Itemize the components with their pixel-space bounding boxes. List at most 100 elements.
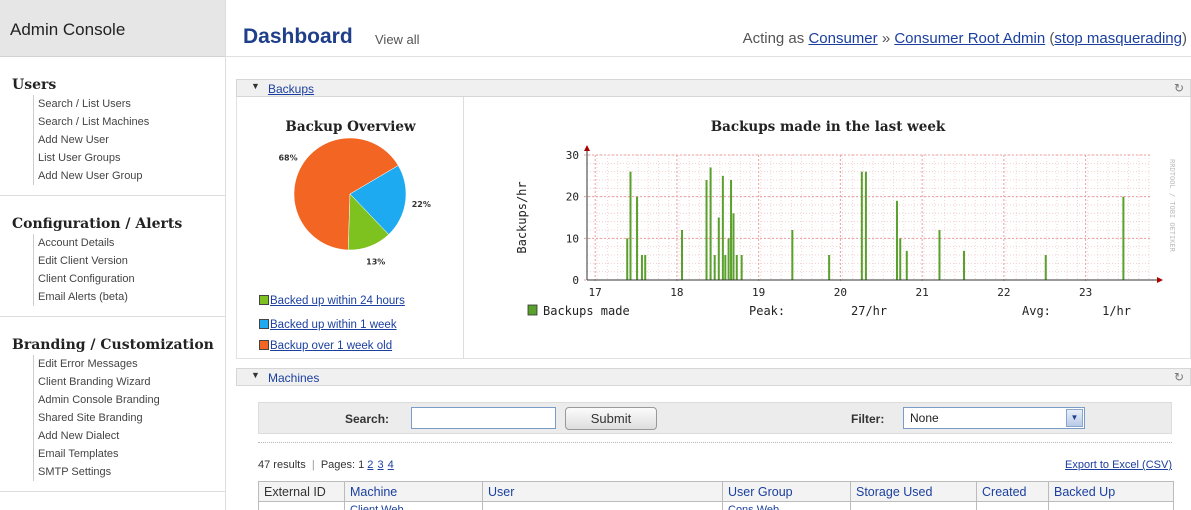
page-link-4[interactable]: 4 [388, 459, 394, 471]
sidebar-item-smtp-settings[interactable]: SMTP Settings [33, 463, 225, 481]
x-tick-label: 23 [1079, 286, 1092, 299]
sidebar-item-list-groups[interactable]: List User Groups [33, 149, 225, 167]
backups-bar [735, 255, 738, 280]
col-backed-up[interactable]: Backed Up [1048, 481, 1174, 502]
refresh-icon[interactable]: ↻ [1174, 370, 1184, 384]
sidebar-heading-branding: Branding / Customization [12, 337, 214, 353]
machine-search-bar: Search: Submit Filter: None ▼ [258, 402, 1172, 434]
backups-bar [740, 255, 743, 280]
refresh-icon[interactable]: ↻ [1174, 81, 1184, 95]
acting-role-link[interactable]: Consumer Root Admin [894, 30, 1045, 47]
weekly-backups-chart: Backups made in the last week 0 10 20 30 17 1… [465, 97, 1191, 359]
x-tick-label: 18 [670, 286, 683, 299]
sidebar-item-client-config[interactable]: Client Configuration [33, 270, 225, 288]
table-row[interactable]: Client Web Cons Web [258, 501, 1174, 510]
y-tick-label: 30 [566, 149, 579, 162]
sidebar-item-edit-error-messages[interactable]: Edit Error Messages [33, 355, 225, 373]
backups-bar [1044, 255, 1047, 280]
triangle-down-icon[interactable]: ▼ [251, 81, 260, 91]
y-tick-label: 20 [566, 191, 579, 204]
overview-pie-chart: 68% 22% 13% [278, 137, 431, 266]
backups-bar [864, 171, 867, 280]
filter-select[interactable]: None ▼ [903, 407, 1085, 429]
triangle-down-icon[interactable]: ▼ [251, 370, 260, 380]
filter-value: None [910, 411, 939, 425]
filter-label: Filter: [851, 412, 885, 426]
sidebar-item-email-templates[interactable]: Email Templates [33, 445, 225, 463]
backups-bar [895, 200, 898, 280]
cell-user[interactable] [482, 501, 723, 510]
sidebar: Admin Console Users Search / List Users … [0, 0, 226, 510]
chevron-down-icon[interactable]: ▼ [1066, 409, 1083, 427]
x-tick-label: 20 [834, 286, 847, 299]
sidebar-item-account-details[interactable]: Account Details [33, 234, 225, 252]
backups-bar [791, 230, 794, 280]
sidebar-item-edit-client-version[interactable]: Edit Client Version [33, 252, 225, 270]
legend-swatch-orange [259, 340, 269, 350]
sidebar-item-add-dialect[interactable]: Add New Dialect [33, 427, 225, 445]
sidebar-item-email-alerts[interactable]: Email Alerts (beta) [33, 288, 225, 306]
backups-bar [732, 213, 735, 280]
backups-bar [626, 238, 629, 280]
backups-panel-title[interactable]: Backups [268, 82, 314, 96]
backups-bar [713, 255, 716, 280]
sidebar-item-branding-wizard[interactable]: Client Branding Wizard [33, 373, 225, 391]
acting-prefix: Acting as [742, 30, 805, 47]
legend-label-old: Backup over 1 week old [270, 340, 393, 352]
app-title: Admin Console [0, 0, 225, 57]
backups-bar [681, 230, 683, 280]
avg-label: Avg: [1022, 304, 1051, 318]
sidebar-item-add-group[interactable]: Add New User Group [33, 167, 225, 185]
backups-bar [727, 238, 730, 280]
col-storage-used[interactable]: Storage Used [850, 481, 977, 502]
backups-bar [860, 171, 863, 280]
backups-bar [905, 250, 908, 280]
backups-bar [717, 217, 720, 280]
col-created[interactable]: Created [976, 481, 1049, 502]
backups-panel: Backup Overview 68% 22% 13% Backed up with… [236, 97, 1191, 359]
machines-table: External ID Machine User User Group Stor… [258, 481, 1174, 510]
page-link-3[interactable]: 3 [377, 459, 383, 471]
x-tick-label: 21 [916, 286, 929, 299]
acting-user-link[interactable]: Consumer [808, 30, 877, 47]
legend-label-1week: Backed up within 1 week [270, 319, 397, 331]
backups-panel-header[interactable]: ▼ Backups ↻ [236, 79, 1191, 97]
sidebar-item-add-user[interactable]: Add New User [33, 131, 225, 149]
sidebar-item-search-users[interactable]: Search / List Users [33, 95, 225, 113]
backups-bar [636, 196, 639, 280]
sidebar-item-shared-branding[interactable]: Shared Site Branding [33, 409, 225, 427]
sidebar-section-config: Configuration / Alerts Account Details E… [0, 196, 225, 317]
pages-label: Pages: 1 [320, 459, 365, 471]
legend-link-old[interactable]: Backup over 1 week old [259, 340, 392, 352]
x-axis-arrow [1157, 277, 1163, 283]
search-input[interactable] [411, 407, 556, 429]
stop-masquerading-link[interactable]: stop masquerading [1054, 30, 1182, 47]
sidebar-heading-config: Configuration / Alerts [12, 216, 183, 232]
y-axis-label: Backups/hr [515, 181, 529, 253]
legend-link-1week[interactable]: Backed up within 1 week [259, 319, 397, 331]
sidebar-item-search-machines[interactable]: Search / List Machines [33, 113, 225, 131]
view-all-link[interactable]: View all [375, 32, 420, 47]
col-user[interactable]: User [482, 481, 723, 502]
pie-slice-label: 13% [366, 257, 385, 266]
machines-panel-title[interactable]: Machines [268, 371, 319, 385]
backups-bar [709, 167, 712, 280]
col-external-id[interactable]: External ID [258, 481, 345, 502]
cell-machine[interactable]: Client Web [344, 501, 483, 510]
page-title: Dashboard [243, 25, 353, 48]
col-user-group[interactable]: User Group [722, 481, 851, 502]
backups-bar [644, 255, 647, 280]
col-machine[interactable]: Machine [344, 481, 483, 502]
export-csv-link[interactable]: Export to Excel (CSV) [1065, 459, 1172, 471]
machines-panel-header[interactable]: ▼ Machines ↻ [236, 368, 1191, 386]
machines-panel: Search: Submit Filter: None ▼ 47 results… [236, 389, 1191, 510]
page-link-2[interactable]: 2 [367, 459, 373, 471]
legend-link-24h[interactable]: Backed up within 24 hours [259, 295, 405, 307]
peak-label: Peak: [749, 304, 785, 318]
results-count: 47 results [258, 459, 306, 471]
legend-series-label: Backups made [543, 304, 630, 318]
sidebar-item-console-branding[interactable]: Admin Console Branding [33, 391, 225, 409]
backups-bar [938, 230, 941, 280]
backups-bar [629, 171, 632, 280]
submit-button[interactable]: Submit [565, 407, 657, 430]
